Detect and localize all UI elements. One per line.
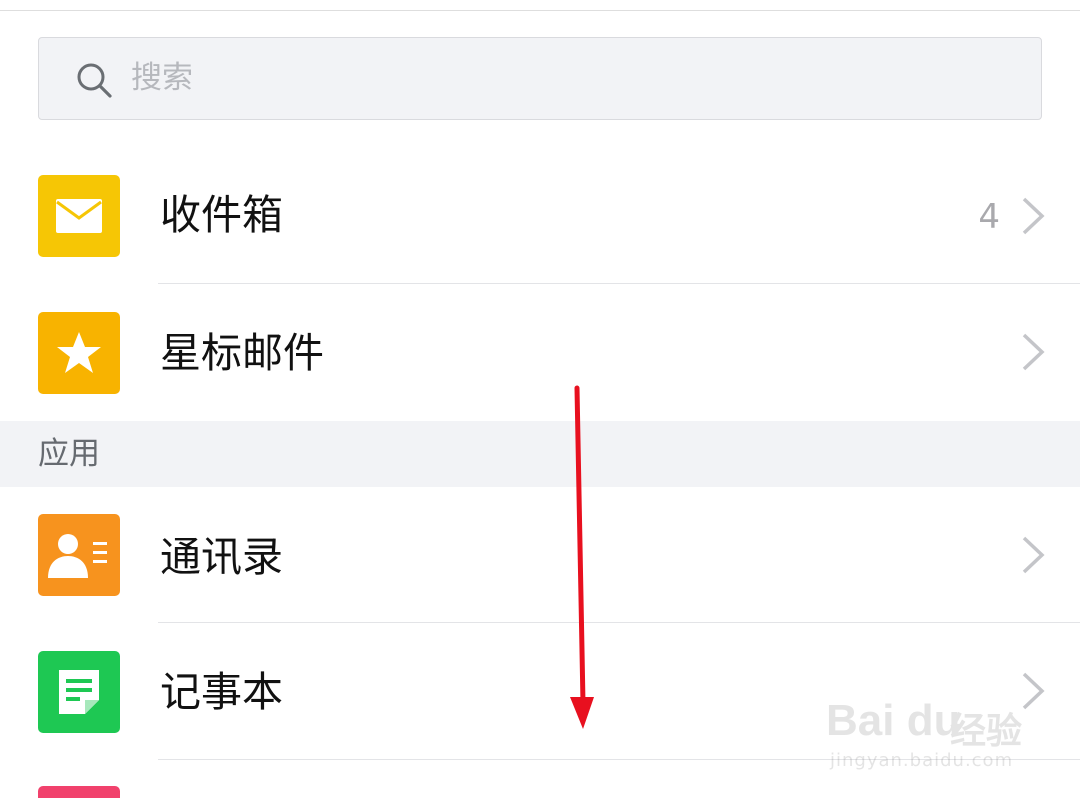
list-item-contacts[interactable]: 通讯录 — [0, 487, 1080, 625]
search-placeholder: 搜索 — [131, 60, 193, 96]
unread-count: 4 — [978, 197, 1000, 237]
section-label: 应用 — [38, 436, 100, 472]
chevron-right-icon — [1022, 333, 1045, 371]
row-label: 收件箱 — [160, 191, 283, 239]
watermark-text: 经验 — [950, 711, 1023, 752]
chevron-right-icon — [1022, 197, 1045, 235]
search-bar[interactable]: 搜索 — [38, 37, 1042, 120]
envelope-icon — [38, 175, 120, 257]
partial-app-icon[interactable] — [38, 786, 120, 798]
list-item-inbox[interactable]: 收件箱 4 — [0, 146, 1080, 284]
list-item-starred[interactable]: 星标邮件 — [0, 284, 1080, 422]
contact-card-icon — [38, 514, 120, 596]
down-arrow-annotation — [570, 385, 594, 729]
notepad-icon — [38, 651, 120, 733]
top-divider — [0, 10, 1080, 11]
row-label: 通讯录 — [160, 533, 283, 581]
watermark-url: jingyan.baidu.com — [830, 750, 1014, 771]
row-label: 星标邮件 — [160, 329, 324, 377]
search-icon — [77, 63, 112, 98]
section-header: 应用 — [0, 421, 1080, 487]
star-icon — [38, 312, 120, 394]
watermark: Bai du 经验 jingyan.baidu.com — [826, 680, 1036, 780]
chevron-right-icon — [1022, 536, 1045, 574]
watermark-logo: Bai du — [826, 696, 961, 745]
row-label: 记事本 — [160, 668, 283, 716]
